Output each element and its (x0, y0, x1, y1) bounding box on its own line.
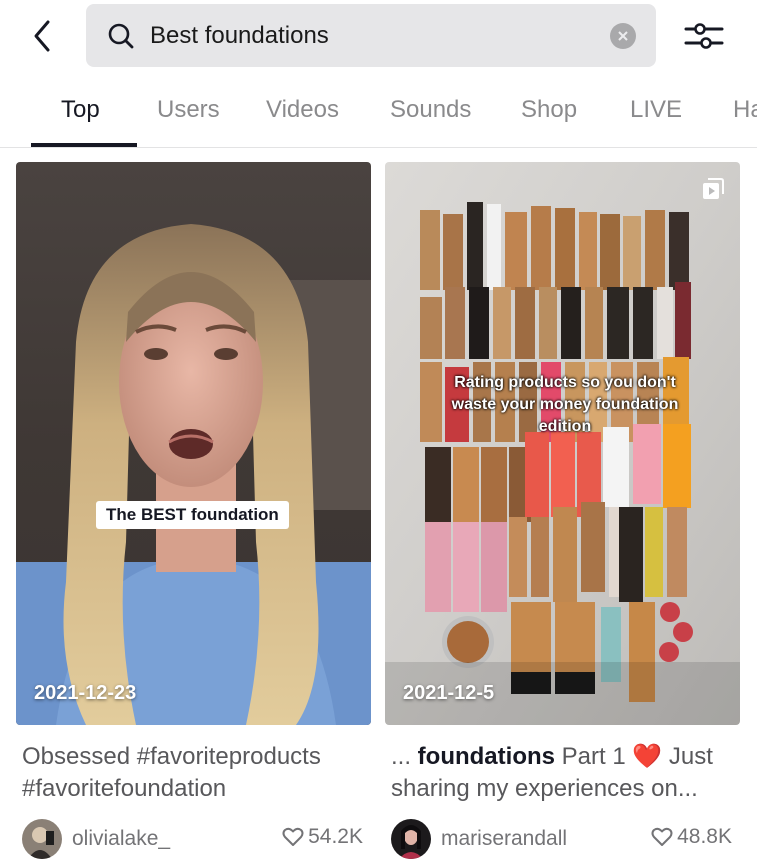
video-caption[interactable]: Obsessed #favoriteproducts #favoritefoun… (16, 741, 371, 805)
avatar[interactable] (22, 819, 62, 859)
video-date: 2021-12-5 (403, 682, 495, 704)
video-thumbnail[interactable]: The BEST foundation 2021-12-23 (16, 162, 371, 725)
video-card: The BEST foundation 2021-12-23 Obsessed … (16, 162, 371, 861)
tab-shop[interactable]: Shop (521, 96, 577, 124)
search-icon (108, 23, 134, 48)
sliders-icon (684, 23, 724, 49)
back-button[interactable] (28, 16, 58, 56)
search-input[interactable]: Best foundations (86, 4, 656, 67)
top-bar: Best foundations (0, 0, 757, 72)
video-caption[interactable]: ... foundations Part 1 ❤️ Just sharing m… (385, 741, 740, 805)
author-row: olivialake_ 54.2K (16, 817, 371, 861)
author-name[interactable]: olivialake_ (72, 827, 170, 851)
search-query[interactable]: Best foundations (150, 22, 610, 50)
heart-outline-icon (651, 827, 673, 846)
likes-value: 54.2K (308, 825, 363, 848)
video-card: Rating products so you don't waste your … (385, 162, 740, 861)
thumbnail-image (385, 162, 740, 725)
multi-video-icon (703, 178, 724, 199)
like-count: 48.8K (651, 825, 732, 849)
likes-value: 48.8K (677, 825, 732, 848)
tab-sounds[interactable]: Sounds (390, 96, 471, 124)
avatar[interactable] (391, 819, 431, 859)
avatar-image (22, 819, 62, 859)
video-thumbnail[interactable]: Rating products so you don't waste your … (385, 162, 740, 725)
tabs-divider (0, 147, 757, 148)
author-row: mariserandall 48.8K (385, 817, 740, 861)
clear-icon (618, 30, 628, 41)
video-overlay-text: Rating products so you don't waste your … (451, 374, 679, 435)
video-date: 2021-12-23 (34, 682, 137, 704)
tab-live[interactable]: LIVE (630, 96, 682, 124)
author-name[interactable]: mariserandall (441, 827, 567, 851)
filter-button[interactable] (682, 18, 726, 54)
tab-videos[interactable]: Videos (266, 96, 339, 124)
caption-prefix: ... (391, 743, 418, 770)
video-overlay-text: The BEST foundation (96, 501, 289, 529)
tab-users[interactable]: Users (157, 96, 220, 124)
tab-top[interactable]: Top (61, 96, 100, 124)
avatar-image (391, 819, 431, 859)
clear-search-button[interactable] (610, 22, 636, 49)
chevron-left-icon (34, 20, 50, 52)
like-count: 54.2K (282, 825, 363, 849)
thumbnail-image (16, 162, 371, 725)
tab-hashtags[interactable]: Ha (733, 96, 757, 124)
heart-outline-icon (282, 827, 304, 846)
search-tabs: Top Users Videos Sounds Shop LIVE Ha (0, 88, 757, 148)
caption-highlight: foundations (417, 743, 555, 770)
